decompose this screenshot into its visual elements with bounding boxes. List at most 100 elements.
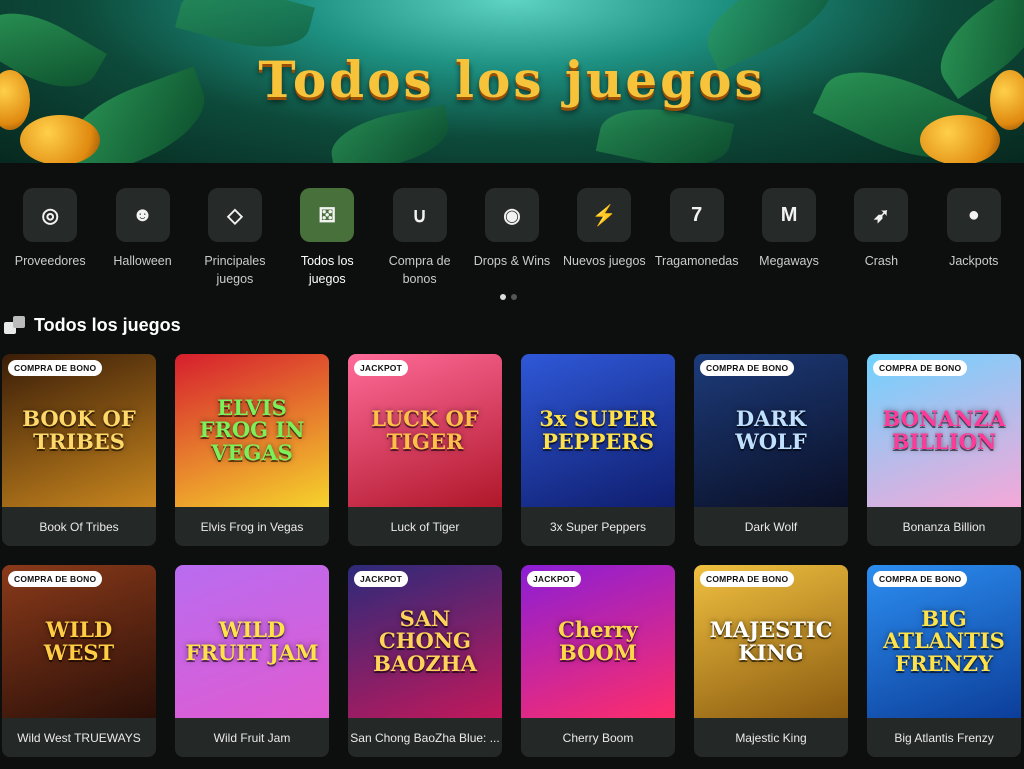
drops-wins-icon: ◉ (484, 188, 539, 242)
category-item[interactable]: ∪ Compra de bonos (374, 188, 466, 298)
game-logo-art: BOOK OF TRIBES (22, 406, 136, 454)
game-logo-art: BONANZA BILLION (882, 406, 1006, 454)
category-item[interactable]: ⚄ Todos los juegos (281, 188, 373, 298)
game-thumbnail[interactable]: ELVIS FROG IN VEGAS (175, 354, 329, 507)
game-title: Dark Wolf (744, 519, 798, 534)
horseshoe-icon: ∪ (392, 188, 447, 242)
category-item[interactable]: ◎ Proveedores (4, 188, 96, 298)
game-card[interactable]: DARK WOLF COMPRA DE BONO Dark Wolf (694, 354, 848, 546)
game-logo-art: Cherry BOOM (558, 617, 638, 665)
game-thumbnail[interactable]: WILD FRUIT JAM (175, 565, 329, 718)
game-badge: COMPRA DE BONO (700, 360, 795, 376)
game-logo-art: WILD FRUIT JAM (185, 617, 319, 665)
game-thumbnail[interactable]: DARK WOLF COMPRA DE BONO (694, 354, 848, 507)
mango-decoration (920, 115, 1000, 163)
game-thumbnail[interactable]: WILD WEST COMPRA DE BONO (2, 565, 156, 718)
game-title: Book Of Tribes (39, 519, 119, 534)
category-label: Crash (864, 254, 899, 268)
pagination-dot[interactable] (511, 294, 517, 300)
game-title: Wild Fruit Jam (213, 730, 291, 745)
category-item[interactable]: ➶ Crash (835, 188, 927, 298)
game-logo-art: WILD WEST (43, 617, 115, 665)
game-logo-art: SAN CHONG BAOZHA (373, 606, 477, 676)
game-logo-art: ELVIS FROG IN VEGAS (199, 395, 305, 465)
game-logo-art: 3x SUPER PEPPERS (539, 406, 657, 454)
category-label: Tragamonedas (654, 254, 739, 268)
game-logo-art: BIG ATLANTIS FRENZY (883, 606, 1005, 676)
category-label: Proveedores (14, 254, 86, 268)
games-grid: BOOK OF TRIBES COMPRA DE BONO Book Of Trib… (2, 354, 1022, 757)
mango-decoration (20, 115, 100, 163)
banner-title: Todos los juegos (258, 50, 766, 109)
game-thumbnail[interactable]: LUCK OF TIGER JACKPOT (348, 354, 502, 507)
megaways-icon: M (762, 188, 817, 242)
game-logo-art: MAJESTIC KING (709, 617, 833, 665)
category-item[interactable]: ◉ Drops & Wins (466, 188, 558, 298)
game-thumbnail[interactable]: Cherry BOOM JACKPOT (521, 565, 675, 718)
game-card[interactable]: Cherry BOOM JACKPOT Cherry Boom (521, 565, 675, 757)
game-thumbnail[interactable]: 3x SUPER PEPPERS (521, 354, 675, 507)
category-label: Nuevos juegos (562, 254, 646, 268)
game-badge: JACKPOT (527, 571, 582, 587)
globe-icon: ◎ (23, 188, 78, 242)
pagination-dot[interactable] (500, 294, 506, 300)
category-label: Principales juegos (204, 254, 266, 286)
game-card[interactable]: ELVIS FROG IN VEGAS Elvis Frog in Vegas (175, 354, 329, 546)
category-label: Drops & Wins (473, 254, 551, 268)
category-label: Jackpots (949, 254, 999, 268)
game-thumbnail[interactable]: BIG ATLANTIS FRENZY COMPRA DE BONO (867, 565, 1021, 718)
game-thumbnail[interactable]: MAJESTIC KING COMPRA DE BONO (694, 565, 848, 718)
pumpkin-icon: ☻ (115, 188, 170, 242)
dice-icon (4, 314, 26, 336)
game-card[interactable]: SAN CHONG BAOZHA JACKPOT San Chong BaoZha … (348, 565, 502, 757)
hero-banner: Todos los juegos (0, 0, 1024, 163)
game-title: 3x Super Peppers (549, 519, 647, 534)
game-title: Bonanza Billion (902, 519, 986, 534)
game-badge: COMPRA DE BONO (8, 571, 103, 587)
category-item[interactable]: ⚡ Nuevos juegos (558, 188, 650, 298)
category-label: Megaways (759, 254, 819, 268)
game-title: Luck of Tiger (390, 519, 460, 534)
category-label: Todos los juegos (300, 254, 354, 286)
dice-icon: ⚄ (300, 188, 355, 242)
game-card[interactable]: WILD WEST COMPRA DE BONO Wild West TRUEWAY… (2, 565, 156, 757)
carousel-pagination (500, 294, 517, 300)
game-badge: COMPRA DE BONO (873, 571, 968, 587)
game-badge: COMPRA DE BONO (700, 571, 795, 587)
rocket-icon: ➶ (854, 188, 909, 242)
game-card[interactable]: BIG ATLANTIS FRENZY COMPRA DE BONO Big Atl… (867, 565, 1021, 757)
game-badge: JACKPOT (354, 360, 409, 376)
game-card[interactable]: LUCK OF TIGER JACKPOT Luck of Tiger (348, 354, 502, 546)
game-card[interactable]: MAJESTIC KING COMPRA DE BONO Majestic King (694, 565, 848, 757)
game-title: Elvis Frog in Vegas (200, 519, 304, 534)
game-title: Majestic King (735, 730, 807, 745)
game-badge: COMPRA DE BONO (8, 360, 103, 376)
game-title: Cherry Boom (562, 730, 634, 745)
category-item[interactable]: ● Jackpots (928, 188, 1020, 298)
game-logo-art: LUCK OF TIGER (371, 406, 479, 454)
lightning-icon: ⚡ (577, 188, 632, 242)
category-nav: ◎ Proveedores ☻ Halloween ◇ Principales juego… (0, 188, 1024, 298)
game-card[interactable]: BONANZA BILLION COMPRA DE BONO Bonanza Bil… (867, 354, 1021, 546)
game-card[interactable]: 3x SUPER PEPPERS 3x Super Peppers (521, 354, 675, 546)
piggy-bank-icon: ● (946, 188, 1001, 242)
category-item[interactable]: M Megaways (743, 188, 835, 298)
game-card[interactable]: WILD FRUIT JAM Wild Fruit Jam (175, 565, 329, 757)
diamond-icon: ◇ (207, 188, 262, 242)
game-title: Wild West TRUEWAYS (17, 730, 141, 745)
seven-icon: 7 (669, 188, 724, 242)
category-item[interactable]: ☻ Halloween (97, 188, 189, 298)
category-label: Halloween (113, 254, 172, 268)
category-item[interactable]: 7 Tragamonedas (651, 188, 743, 298)
category-item[interactable]: ◇ Principales juegos (189, 188, 281, 298)
game-thumbnail[interactable]: SAN CHONG BAOZHA JACKPOT (348, 565, 502, 718)
game-logo-art: DARK WOLF (735, 406, 807, 454)
game-card[interactable]: BOOK OF TRIBES COMPRA DE BONO Book Of Trib… (2, 354, 156, 546)
game-thumbnail[interactable]: BONANZA BILLION COMPRA DE BONO (867, 354, 1021, 507)
game-badge: COMPRA DE BONO (873, 360, 968, 376)
section-title: Todos los juegos (34, 314, 181, 335)
game-badge: JACKPOT (354, 571, 409, 587)
leaf-decoration (326, 104, 454, 163)
game-thumbnail[interactable]: BOOK OF TRIBES COMPRA DE BONO (2, 354, 156, 507)
section-heading: Todos los juegos (4, 314, 181, 336)
